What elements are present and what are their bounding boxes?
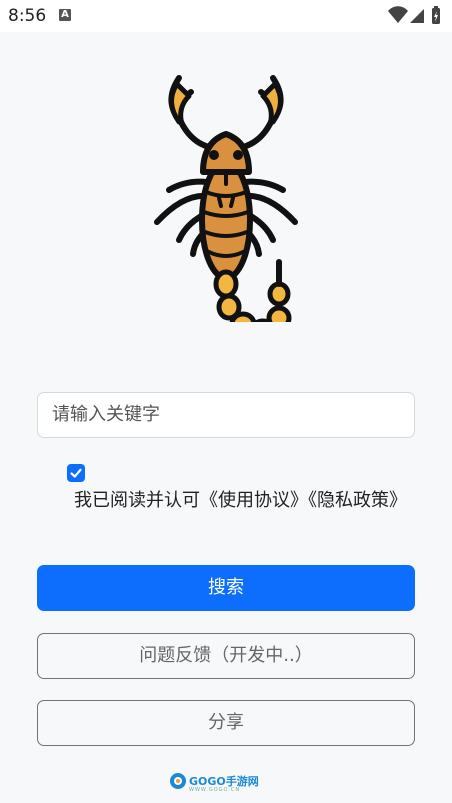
share-button[interactable]: 分享: [37, 700, 415, 746]
status-time: 8:56: [8, 6, 47, 26]
scorpion-icon: [154, 75, 298, 322]
wifi-icon: [388, 6, 408, 23]
agreement-text[interactable]: 我已阅读并认可《使用协议》《隐私政策》: [63, 486, 418, 516]
status-icons: [386, 6, 442, 30]
notification-icon: A: [59, 9, 71, 21]
status-bar: 8:56 A: [0, 0, 452, 32]
gogo-logo-icon: [170, 773, 186, 789]
check-icon: [70, 468, 82, 478]
search-button[interactable]: 搜索: [37, 565, 415, 611]
footer-logo: GOGO手游网 WWW.GOGO.CN: [169, 770, 259, 800]
search-input[interactable]: 请输入关键字: [37, 392, 415, 438]
search-placeholder: 请输入关键字: [52, 404, 160, 425]
signal-icon: [410, 9, 424, 23]
main-content: 请输入关键字 我已阅读并认可《使用协议》《隐私政策》 搜索 问题反馈（开发中..…: [0, 32, 452, 803]
logo-subtext: WWW.GOGO.CN: [189, 787, 241, 793]
feedback-button[interactable]: 问题反馈（开发中..）: [37, 633, 415, 679]
agree-checkbox[interactable]: [67, 464, 85, 482]
